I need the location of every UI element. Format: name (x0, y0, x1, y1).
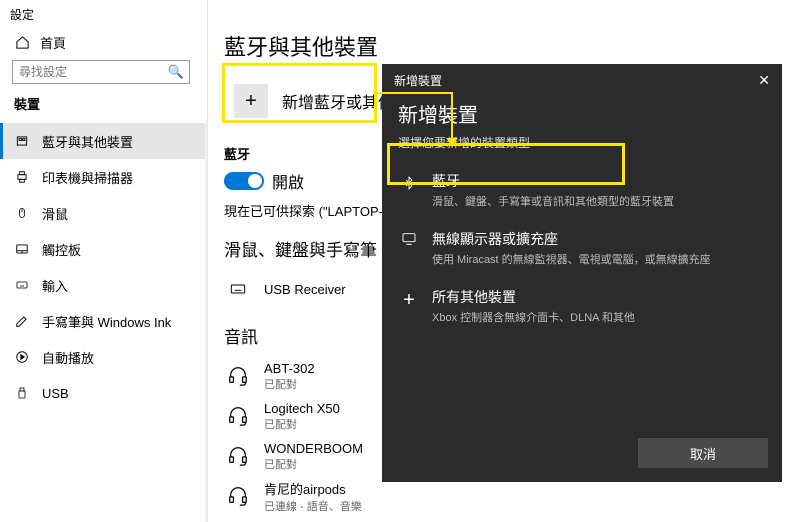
sidebar-item-label: 輸入 (42, 276, 68, 295)
sidebar-item-label: 自動播放 (42, 348, 94, 367)
touchpad-icon (14, 242, 30, 256)
option-desc: 滑鼠、鍵盤、手寫筆或音訊和其他類型的藍牙裝置 (432, 193, 674, 209)
device-name: WONDERBOOM (264, 441, 363, 456)
device-status: 已配對 (264, 456, 363, 472)
pen-icon (14, 314, 30, 328)
sidebar-item-label: 手寫筆與 Windows Ink (42, 312, 171, 331)
dialog-option-wireless-display[interactable]: 無線顯示器或擴充座 使用 Miracast 的無線監視器、電視或電腦，或無線擴充… (382, 219, 782, 277)
dialog-subtitle: 選擇您要新增的裝置類型 (382, 132, 782, 161)
option-desc: 使用 Miracast 的無線監視器、電視或電腦，或無線擴充座 (432, 251, 711, 267)
device-name: Logitech X50 (264, 401, 340, 416)
option-desc: Xbox 控制器含無線介面卡、DLNA 和其他 (432, 309, 635, 325)
dialog-heading: 新增裝置 (382, 97, 782, 132)
sidebar-item-label: 藍牙與其他裝置 (42, 132, 133, 151)
cancel-button[interactable]: 取消 (638, 438, 768, 468)
arrow-segment (377, 92, 453, 94)
audio-device-3[interactable]: 肯尼的airpods 已連線 - 語音、音樂 (224, 476, 800, 516)
option-label: 無線顯示器或擴充座 (432, 229, 711, 249)
option-label: 藍牙 (432, 171, 674, 191)
printer-icon (14, 170, 30, 184)
autoplay-icon (14, 350, 30, 364)
monitor-icon (398, 231, 420, 247)
home-icon (14, 35, 30, 50)
headset-icon (224, 445, 252, 467)
sidebar-item-printers[interactable]: 印表機與掃描器 (0, 159, 207, 195)
headset-icon (224, 485, 252, 507)
sidebar-item-label: USB (42, 386, 69, 401)
mouse-icon (14, 205, 30, 221)
section-header: 裝置 (0, 90, 207, 121)
bluetooth-toggle[interactable] (224, 172, 264, 190)
sidebar-item-label: 觸控板 (42, 240, 81, 259)
search-input[interactable] (12, 60, 190, 84)
sidebar-item-bluetooth[interactable]: 藍牙與其他裝置 (0, 123, 207, 159)
sidebar-item-label: 印表機與掃描器 (42, 168, 133, 187)
page-title: 藍牙與其他裝置 (224, 30, 800, 62)
usb-icon (14, 385, 30, 401)
home-link[interactable]: 首頁 (0, 29, 207, 60)
headset-icon (224, 405, 252, 427)
keyboard-device-icon (224, 281, 252, 297)
device-status: 已連線 - 語音、音樂 (264, 498, 362, 514)
sidebar-item-pen[interactable]: 手寫筆與 Windows Ink (0, 303, 207, 339)
cancel-label: 取消 (690, 444, 716, 463)
sidebar-item-mouse[interactable]: 滑鼠 (0, 195, 207, 231)
dialog-title: 新增裝置 (394, 72, 442, 89)
device-name: 肯尼的airpods (264, 479, 362, 498)
close-icon[interactable]: ✕ (758, 72, 770, 89)
plus-icon: + (234, 84, 268, 118)
dialog-option-bluetooth[interactable]: 藍牙 滑鼠、鍵盤、手寫筆或音訊和其他類型的藍牙裝置 (382, 161, 782, 219)
arrow-head-icon (446, 138, 458, 146)
sidebar-item-touchpad[interactable]: 觸控板 (0, 231, 207, 267)
keyboard-icon (14, 279, 30, 291)
app-title: 設定 (0, 0, 207, 29)
sidebar-item-autoplay[interactable]: 自動播放 (0, 339, 207, 375)
sidebar-item-usb[interactable]: USB (0, 375, 207, 411)
add-device-dialog: 新增裝置 ✕ 新增裝置 選擇您要新增的裝置類型 藍牙 滑鼠、鍵盤、手寫筆或音訊和… (382, 64, 782, 482)
arrow-segment (451, 92, 453, 142)
nav-list: 藍牙與其他裝置 印表機與掃描器 滑鼠 觸控板 輸入 (0, 123, 207, 411)
option-label: 所有其他裝置 (432, 287, 635, 307)
home-label: 首頁 (40, 33, 66, 52)
device-status: 已配對 (264, 376, 315, 392)
dialog-option-other[interactable]: + 所有其他裝置 Xbox 控制器含無線介面卡、DLNA 和其他 (382, 277, 782, 335)
toggle-label: 開啟 (272, 169, 304, 193)
headset-icon (224, 365, 252, 387)
sidebar-item-label: 滑鼠 (42, 204, 68, 223)
device-name: ABT-302 (264, 361, 315, 376)
bluetooth-icon (14, 133, 30, 149)
device-name: USB Receiver (264, 282, 346, 297)
plus-icon: + (398, 289, 420, 312)
bluetooth-icon (398, 173, 420, 193)
settings-sidebar: 設定 首頁 🔍 裝置 藍牙與其他裝置 印表機與掃描器 (0, 0, 208, 522)
sidebar-item-typing[interactable]: 輸入 (0, 267, 207, 303)
scrollbar[interactable] (205, 120, 207, 522)
search-icon: 🔍 (168, 64, 184, 80)
device-status: 已配對 (264, 416, 340, 432)
